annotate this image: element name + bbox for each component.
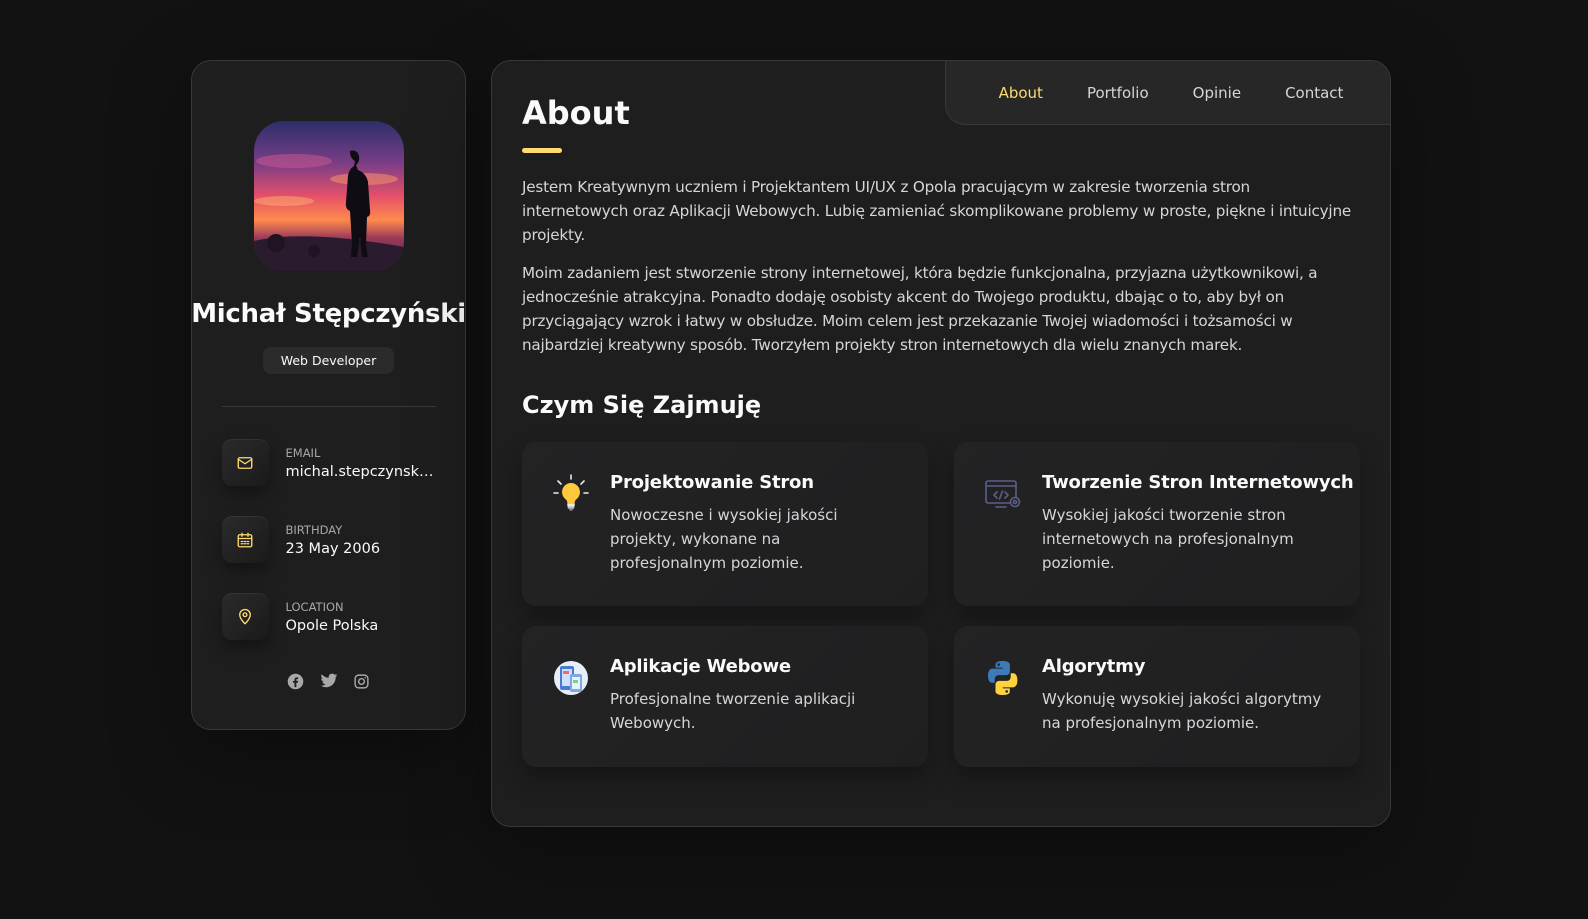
service-text: Profesjonalne tworzenie aplikacji Webowy… [610, 690, 856, 732]
contacts-list: EMAIL michal.stepczynski2… BIRTHDAY 23 M… [221, 439, 436, 640]
service-card: Aplikacje Webowe Profesjonalne tworzenie… [522, 626, 928, 767]
title-underline [522, 148, 562, 153]
page-title: About [522, 94, 630, 132]
python-icon [984, 658, 1022, 698]
service-text: Wykonuję wysokiej jakości algorytmy na p… [1042, 690, 1322, 732]
contact-label: BIRTHDAY [285, 522, 343, 537]
person-silhouette-sunset-image [253, 121, 404, 271]
instagram-icon[interactable] [353, 672, 371, 690]
profile-name: Michał Stępczyński [191, 299, 466, 329]
main-panel: About Portfolio Opinie Contact About Jes… [491, 60, 1391, 827]
role-badge: Web Developer [262, 347, 395, 374]
about-section: About Jestem Kreatywnym uczniem i Projek… [522, 61, 1360, 767]
service-title: Aplikacje Webowe [610, 656, 791, 677]
web-code-icon [984, 474, 1022, 514]
service-title: Tworzenie Stron Internetowych [1042, 472, 1354, 493]
location-pin-icon [221, 593, 269, 640]
service-card: Projektowanie Stron Nowoczesne i wysokie… [522, 442, 928, 606]
twitter-icon[interactable] [320, 672, 338, 690]
facebook-icon[interactable] [287, 672, 305, 690]
birthday-value: 23 May 2006 [285, 540, 381, 557]
service-text: Wysokiej jakości tworzenie stron interne… [1042, 506, 1294, 572]
divider [221, 406, 436, 407]
mobile-app-icon [552, 658, 590, 698]
contact-birthday: BIRTHDAY 23 May 2006 [221, 516, 436, 563]
service-card: Algorytmy Wykonuję wysokiej jakości algo… [954, 626, 1360, 767]
service-text: Nowoczesne i wysokiej jakości projekty, … [610, 506, 838, 572]
email-link[interactable]: michal.stepczynski2… [286, 464, 436, 480]
service-title: Projektowanie Stron [610, 472, 814, 493]
services-title: Czym Się Zajmuję [522, 391, 762, 419]
mail-icon [221, 439, 269, 486]
profile-sidebar: Michał Stępczyński Web Developer EMAIL m… [191, 60, 466, 730]
social-links [287, 672, 371, 690]
service-title: Algorytmy [1042, 656, 1146, 677]
contact-label: LOCATION [285, 599, 344, 614]
about-paragraph: Jestem Kreatywnym uczniem i Projektantem… [522, 178, 1352, 244]
about-text: Jestem Kreatywnym uczniem i Projektantem… [522, 175, 1358, 357]
page: Michał Stępczyński Web Developer EMAIL m… [0, 0, 1588, 919]
avatar [253, 121, 404, 271]
calendar-icon [221, 516, 269, 563]
about-paragraph: Moim zadaniem jest stworzenie strony int… [522, 264, 1318, 354]
services-list: Projektowanie Stron Nowoczesne i wysokie… [522, 442, 1360, 767]
service-card: Tworzenie Stron Internetowych Wysokiej j… [954, 442, 1360, 606]
contact-label: EMAIL [285, 445, 321, 460]
lightbulb-icon [552, 474, 590, 514]
contact-email: EMAIL michal.stepczynski2… [221, 439, 436, 486]
contact-location: LOCATION Opole Polska [221, 593, 436, 640]
location-value: Opole Polska [285, 617, 379, 634]
